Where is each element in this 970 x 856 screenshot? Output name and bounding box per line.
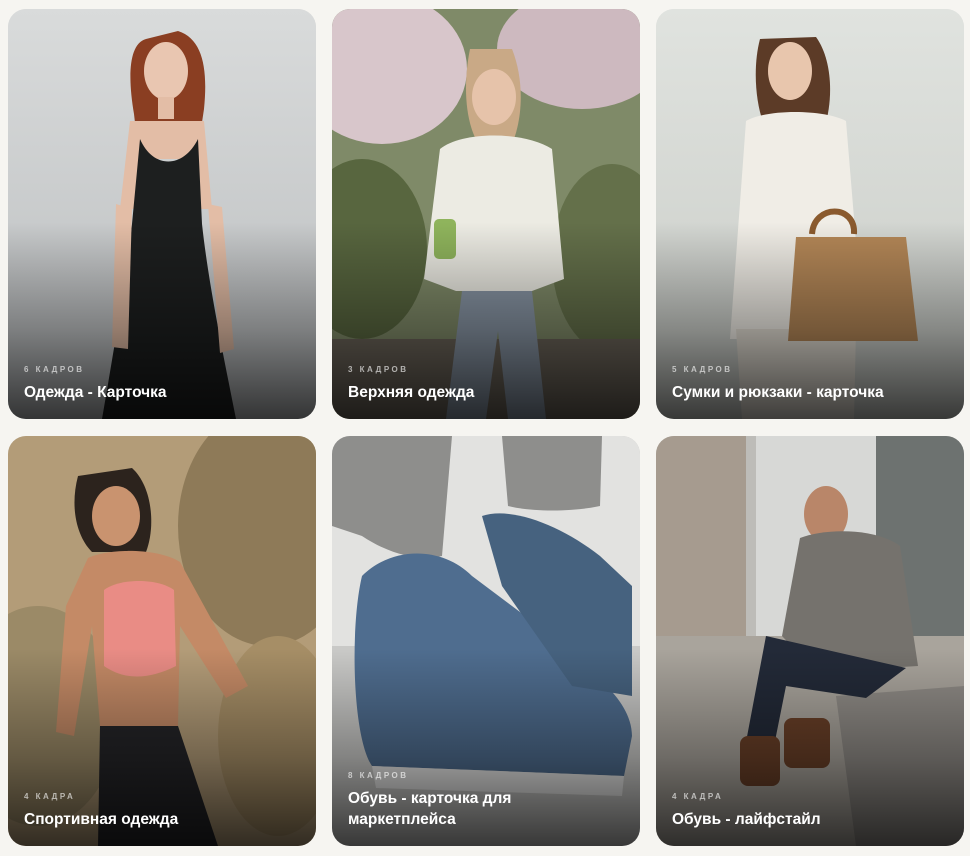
card-title: Одежда - Карточка <box>24 384 167 401</box>
photo-count: 3 кадров <box>348 365 409 374</box>
card-title: Верхняя одежда <box>348 384 475 401</box>
photo-count: 8 кадров <box>348 771 409 780</box>
collection-card-outerwear[interactable]: 3 кадров Верхняя одежда <box>332 9 640 419</box>
card-title: Сумки и рюкзаки - карточка <box>672 384 884 401</box>
card-title: Спортивная одежда <box>24 811 179 828</box>
card-title: Обувь - карточка для маркетплейса <box>348 790 512 828</box>
card-title: Обувь - лайфстайл <box>672 811 821 828</box>
collection-card-bags[interactable]: 5 кадров Сумки и рюкзаки - карточка <box>656 9 964 419</box>
photo-count: 4 кадра <box>24 792 76 801</box>
collection-card-shoes-marketplace[interactable]: 8 кадров Обувь - карточка для маркетплей… <box>332 436 640 846</box>
photo-count: 4 кадра <box>672 792 724 801</box>
collection-card-shoes-lifestyle[interactable]: 4 кадра Обувь - лайфстайл <box>656 436 964 846</box>
collection-card-clothing[interactable]: 6 кадров Одежда - Карточка <box>8 9 316 419</box>
collection-card-sportswear[interactable]: 4 кадра Спортивная одежда <box>8 436 316 846</box>
photo-count: 6 кадров <box>24 365 85 374</box>
photo-count: 5 кадров <box>672 365 733 374</box>
